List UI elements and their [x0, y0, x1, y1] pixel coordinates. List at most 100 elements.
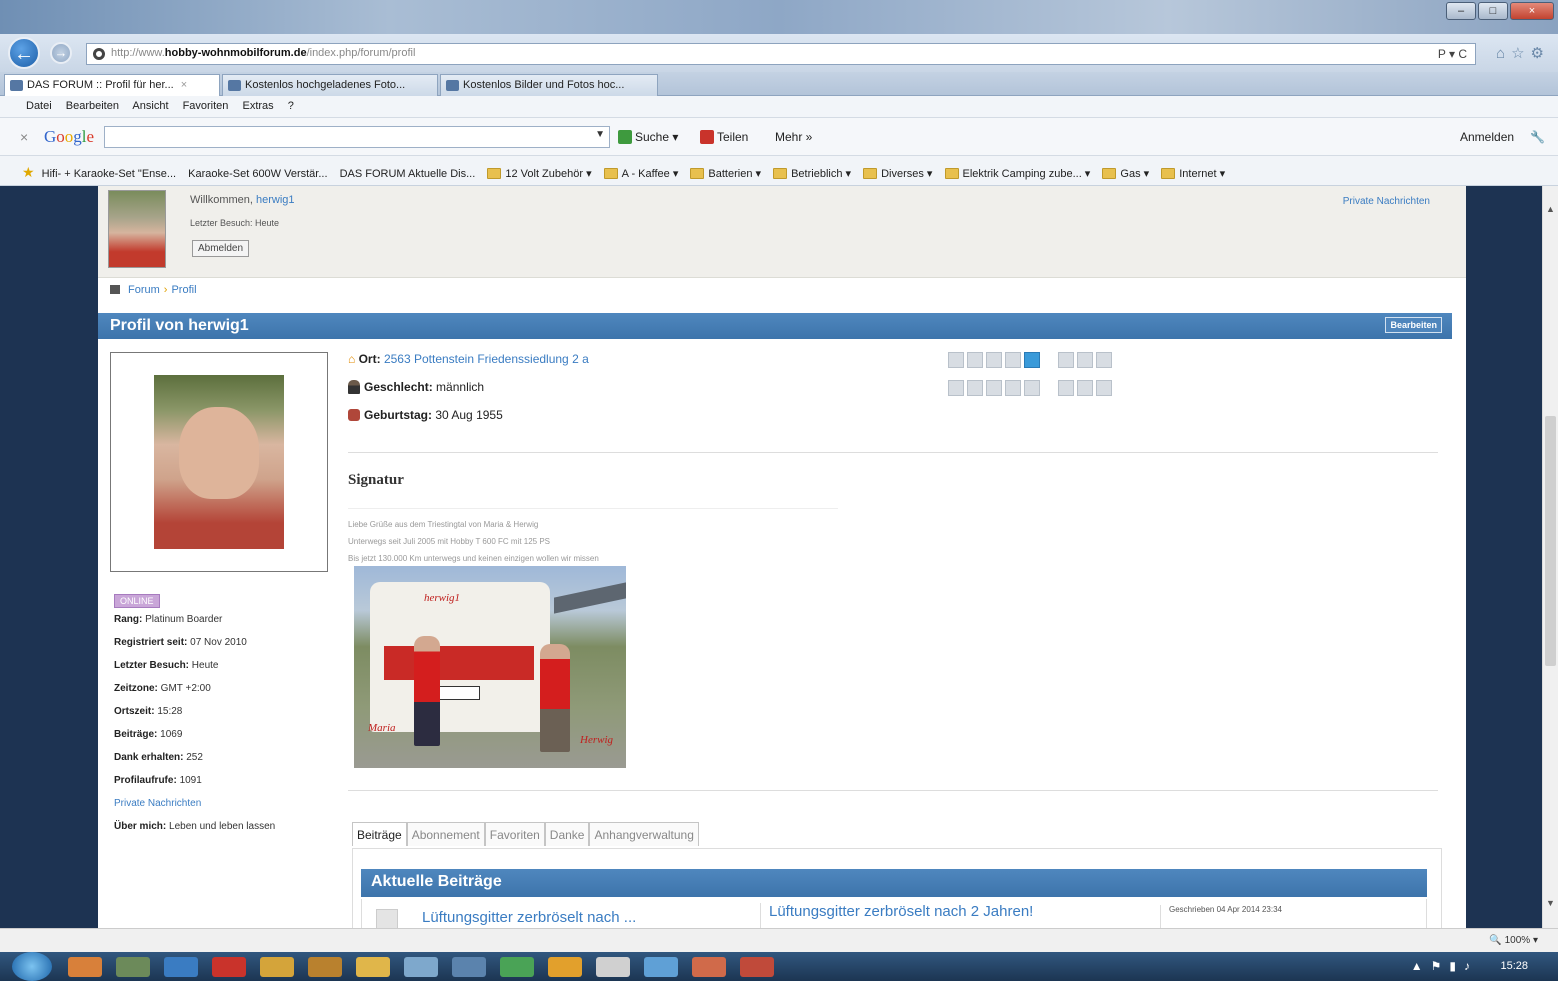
minimize-button[interactable]: – — [1446, 2, 1476, 20]
folder-icon — [603, 168, 618, 179]
tab-subscription[interactable]: Abonnement — [406, 822, 485, 846]
favorite-item[interactable]: Karaoke-Set 600W Verstär... — [188, 168, 327, 180]
logout-button[interactable]: Abmelden — [192, 240, 250, 257]
stat-last-visit: Letzter Besuch: Heute — [114, 660, 219, 671]
page-scrollbar[interactable]: ▲ ▼ — [1542, 186, 1558, 928]
menu-favoriten[interactable]: Favoriten — [183, 100, 229, 112]
back-button[interactable]: ← — [8, 37, 40, 69]
username-link[interactable]: herwig1 — [256, 194, 295, 206]
favorites-star-icon[interactable]: ★ — [22, 164, 35, 180]
app-icon[interactable] — [260, 957, 294, 977]
favorite-folder[interactable]: Elektrik Camping zube... ▾ — [944, 167, 1090, 180]
stat-registered: Registriert seit: 07 Nov 2010 — [114, 637, 247, 648]
app-icon[interactable] — [500, 957, 534, 977]
app-icon[interactable] — [212, 957, 246, 977]
close-window-button[interactable]: × — [1510, 2, 1554, 20]
signin-button[interactable]: Anmelden — [1460, 130, 1514, 144]
social-icon[interactable] — [1096, 352, 1112, 368]
favorite-folder[interactable]: Gas ▾ — [1102, 167, 1149, 180]
social-icon[interactable] — [1058, 380, 1074, 396]
social-icon[interactable] — [948, 352, 964, 368]
google-search-input[interactable]: ▼ — [104, 126, 610, 148]
social-icon[interactable] — [967, 380, 983, 396]
social-icon[interactable] — [1005, 380, 1021, 396]
post-topic-link[interactable]: Lüftungsgitter zerbröselt nach ... — [422, 909, 636, 926]
wrench-icon[interactable]: 🔧 — [1530, 130, 1545, 144]
tab-uploaded-photo[interactable]: Kostenlos hochgeladenes Foto... — [222, 74, 438, 96]
scroll-down-icon[interactable]: ▼ — [1546, 898, 1555, 908]
social-icon[interactable] — [986, 352, 1002, 368]
tab-free-images[interactable]: Kostenlos Bilder und Fotos hoc... — [440, 74, 658, 96]
breadcrumb-profile[interactable]: Profil — [171, 284, 196, 296]
menu-datei[interactable]: Datei — [26, 100, 52, 112]
app-icon[interactable] — [644, 957, 678, 977]
post-checkbox[interactable] — [376, 909, 398, 928]
signature-text: Liebe Grüße aus dem Triestingtal von Mar… — [348, 520, 599, 563]
tab-posts[interactable]: Beiträge — [352, 822, 407, 846]
private-messages-link[interactable]: Private Nachrichten — [114, 798, 275, 821]
social-icon[interactable] — [986, 380, 1002, 396]
maximize-button[interactable]: □ — [1478, 2, 1508, 20]
social-icon[interactable] — [1005, 352, 1021, 368]
social-icon[interactable] — [1077, 380, 1093, 396]
app-icon[interactable] — [548, 957, 582, 977]
folder-icon — [773, 168, 788, 179]
app-icon[interactable] — [404, 957, 438, 977]
system-tray-icons[interactable]: ▲⚑▮♪ — [1411, 959, 1478, 973]
menu-extras[interactable]: Extras — [242, 100, 273, 112]
google-search-button[interactable]: Suche ▾ — [618, 130, 678, 144]
tab-attachments[interactable]: Anhangverwaltung — [589, 822, 699, 846]
social-icon[interactable] — [1058, 352, 1074, 368]
menu-help[interactable]: ? — [288, 100, 294, 112]
breadcrumb-forum[interactable]: Forum — [128, 284, 160, 296]
scroll-up-icon[interactable]: ▲ — [1546, 204, 1555, 214]
forward-button[interactable]: → — [50, 42, 72, 64]
status-bar: 🔍 100% ▾ — [0, 928, 1558, 952]
close-tab-icon[interactable]: × — [181, 79, 187, 91]
tab-favorites[interactable]: Favoriten — [484, 822, 545, 846]
tab-forum-profile[interactable]: DAS FORUM :: Profil für her... × — [4, 74, 220, 96]
social-icon[interactable] — [1096, 380, 1112, 396]
home-favorites-tools-icons[interactable]: ⌂☆⚙ — [1496, 44, 1550, 62]
social-icon[interactable] — [948, 380, 964, 396]
favorite-folder[interactable]: Diverses ▾ — [863, 167, 932, 180]
app-icon[interactable] — [356, 957, 390, 977]
favorite-item[interactable]: Hifi- + Karaoke-Set "Ense... — [42, 168, 176, 180]
close-toolbar-icon[interactable]: × — [20, 129, 28, 145]
favorite-folder[interactable]: Betrieblich ▾ — [773, 167, 851, 180]
favorite-folder[interactable]: A - Kaffee ▾ — [603, 167, 678, 180]
favorite-item[interactable]: DAS FORUM Aktuelle Dis... — [340, 168, 476, 180]
edit-button[interactable]: Bearbeiten — [1385, 317, 1442, 333]
app-icon[interactable] — [452, 957, 486, 977]
app-icon[interactable] — [116, 957, 150, 977]
social-icon[interactable] — [967, 352, 983, 368]
social-icon[interactable] — [1077, 352, 1093, 368]
location-link[interactable]: 2563 Pottenstein Friedenssiedlung 2 a — [384, 352, 589, 366]
app-icon[interactable] — [68, 957, 102, 977]
scroll-thumb[interactable] — [1545, 416, 1556, 666]
favorite-folder[interactable]: 12 Volt Zubehör ▾ — [487, 167, 592, 180]
menu-ansicht[interactable]: Ansicht — [132, 100, 168, 112]
private-messages-link[interactable]: Private Nachrichten — [1343, 196, 1430, 207]
app-icon[interactable] — [596, 957, 630, 977]
menu-bearbeiten[interactable]: Bearbeiten — [66, 100, 119, 112]
skype-icon[interactable] — [1024, 352, 1040, 368]
ie-icon[interactable] — [164, 957, 198, 977]
search-refresh-icons[interactable]: P ▾ C — [1438, 47, 1467, 61]
post-title-link[interactable]: Lüftungsgitter zerbröselt nach 2 Jahren! — [760, 903, 1033, 928]
address-bar[interactable]: http://www.hobby-wohnmobilforum.de/index… — [86, 43, 1476, 65]
more-button[interactable]: Mehr » — [775, 130, 812, 144]
menu-bar: Datei Bearbeiten Ansicht Favoriten Extra… — [0, 96, 1558, 118]
tab-thanks[interactable]: Danke — [544, 822, 590, 846]
app-icon[interactable] — [692, 957, 726, 977]
social-icon[interactable] — [1024, 380, 1040, 396]
share-button[interactable]: Teilen — [700, 130, 748, 144]
app-icon[interactable] — [740, 957, 774, 977]
app-icon[interactable] — [308, 957, 342, 977]
favorite-folder[interactable]: Internet ▾ — [1161, 167, 1225, 180]
start-button[interactable] — [12, 952, 52, 981]
chevron-down-icon[interactable]: ▼ — [595, 129, 605, 140]
favorite-folder[interactable]: Batterien ▾ — [690, 167, 761, 180]
zoom-control[interactable]: 🔍 100% ▾ — [1489, 935, 1538, 946]
share-icon — [700, 130, 714, 144]
